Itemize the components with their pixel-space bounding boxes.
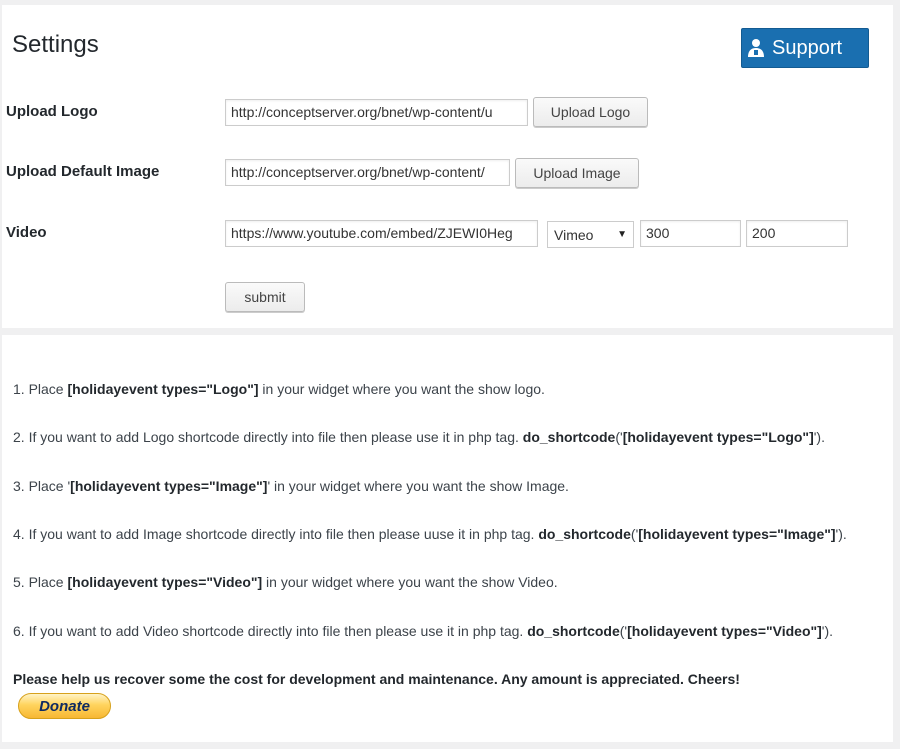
- logo-url-input[interactable]: http://conceptserver.org/bnet/wp-content…: [225, 99, 528, 126]
- default-image-url-input[interactable]: http://conceptserver.org/bnet/wp-content…: [225, 159, 510, 186]
- instruction-6: 6. If you want to add Video shortcode di…: [13, 623, 834, 639]
- user-icon: [746, 37, 766, 59]
- upload-logo-label: Upload Logo: [6, 103, 98, 120]
- instruction-5: 5. Place [holidayevent types="Video"] in…: [13, 574, 558, 590]
- upload-default-image-label: Upload Default Image: [6, 163, 160, 180]
- video-label: Video: [6, 224, 47, 241]
- support-button[interactable]: Support: [741, 28, 869, 68]
- instruction-3: 3. Place '[holidayevent types="Image"]' …: [13, 478, 569, 494]
- upload-image-button[interactable]: Upload Image: [515, 158, 639, 188]
- video-width-input[interactable]: 300: [640, 220, 741, 247]
- instruction-1: 1. Place [holidayevent types="Logo"] in …: [13, 381, 545, 397]
- video-height-input[interactable]: 200: [746, 220, 848, 247]
- dropdown-arrow-icon: ▼: [617, 229, 627, 240]
- instruction-4: 4. If you want to add Image shortcode di…: [13, 526, 847, 542]
- instructions-panel: 1. Place [holidayevent types="Logo"] in …: [2, 335, 893, 742]
- donate-button[interactable]: Donate: [18, 693, 111, 719]
- submit-button[interactable]: submit: [225, 282, 305, 312]
- page-title: Settings: [12, 31, 99, 58]
- upload-logo-button[interactable]: Upload Logo: [533, 97, 648, 127]
- help-text: Please help us recover some the cost for…: [13, 671, 740, 687]
- instruction-2: 2. If you want to add Logo shortcode dir…: [13, 429, 825, 445]
- video-provider-select[interactable]: Vimeo ▼: [547, 221, 634, 248]
- settings-panel: Settings Support Upload Logo http://conc…: [2, 5, 893, 328]
- support-label: Support: [772, 36, 843, 59]
- video-provider-value: Vimeo: [554, 226, 594, 243]
- video-url-input[interactable]: https://www.youtube.com/embed/ZJEWI0Heg: [225, 220, 538, 247]
